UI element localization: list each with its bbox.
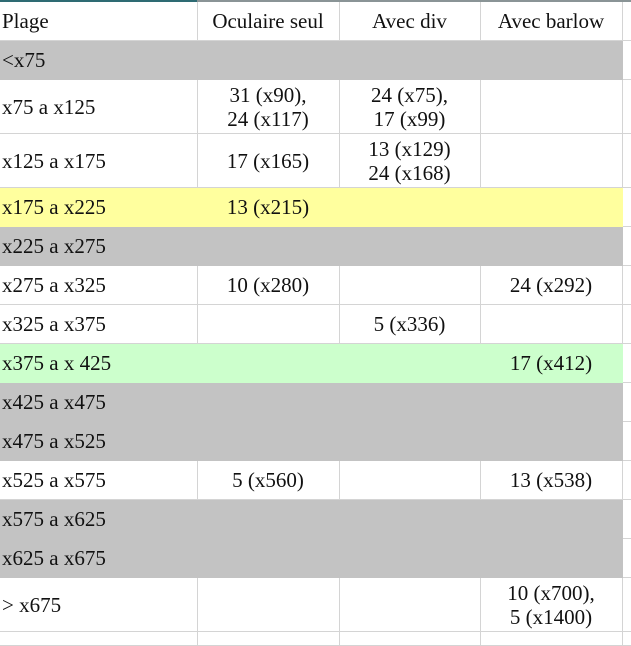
table-row: <x75 [0,40,631,80]
empty-cell[interactable] [622,265,631,305]
avec-barlow-cell[interactable]: 13 (x538) [480,460,623,500]
header-cell-avec-div[interactable]: Avec div [339,2,481,41]
avec-div-cell[interactable] [339,187,481,227]
table-row: x475 a x525 [0,421,631,461]
oculaire-seul-cell[interactable] [197,40,340,80]
avec-div-cell[interactable] [339,382,481,422]
table-row: x125 a x175 17 (x165) 13 (x129) 24 (x168… [0,133,631,188]
range-cell[interactable]: x525 a x575 [0,460,198,500]
oculaire-seul-cell[interactable]: 5 (x560) [197,460,340,500]
avec-div-cell[interactable] [339,499,481,539]
table-row: x425 a x475 [0,382,631,422]
empty-cell[interactable] [622,421,631,461]
header-cell-plage[interactable]: Plage [0,2,198,41]
oculaire-seul-cell[interactable] [197,226,340,266]
range-cell[interactable]: x325 a x375 [0,304,198,344]
range-cell[interactable]: x475 a x525 [0,421,198,461]
avec-barlow-cell[interactable] [480,421,623,461]
header-row: Plage Oculaire seul Avec div Avec barlow [0,2,631,41]
range-cell[interactable]: x575 a x625 [0,499,198,539]
range-cell[interactable]: x225 a x275 [0,226,198,266]
empty-cell[interactable] [622,460,631,500]
avec-barlow-cell[interactable] [480,538,623,578]
avec-div-cell[interactable] [339,265,481,305]
empty-cell[interactable] [622,79,631,134]
empty-cell[interactable] [622,2,631,41]
empty-cell[interactable] [622,538,631,578]
spreadsheet-table: Plage Oculaire seul Avec div Avec barlow… [0,2,631,646]
empty-cell[interactable] [622,631,631,646]
empty-cell[interactable] [622,343,631,383]
table-row: x575 a x625 [0,499,631,539]
avec-div-cell[interactable] [339,538,481,578]
avec-barlow-cell[interactable] [480,304,623,344]
empty-row [0,631,631,646]
avec-barlow-cell[interactable] [480,40,623,80]
avec-barlow-cell[interactable]: 17 (x412) [480,343,623,383]
empty-cell[interactable] [339,631,481,646]
empty-cell[interactable] [0,631,198,646]
avec-div-cell[interactable]: 5 (x336) [339,304,481,344]
table-row: x525 a x575 5 (x560) 13 (x538) [0,460,631,500]
table-row: x325 a x375 5 (x336) [0,304,631,344]
empty-cell[interactable] [622,226,631,266]
oculaire-seul-cell[interactable] [197,382,340,422]
avec-div-cell[interactable] [339,40,481,80]
avec-barlow-cell[interactable] [480,382,623,422]
empty-cell[interactable] [622,187,631,227]
range-cell[interactable]: x375 a x 425 [0,343,198,383]
range-cell[interactable]: x175 a x225 [0,187,198,227]
oculaire-seul-cell[interactable]: 31 (x90), 24 (x117) [197,79,340,134]
empty-cell[interactable] [622,40,631,80]
range-cell[interactable]: x275 a x325 [0,265,198,305]
range-cell[interactable]: <x75 [0,40,198,80]
avec-barlow-cell[interactable]: 10 (x700), 5 (x1400) [480,577,623,632]
oculaire-seul-cell[interactable] [197,577,340,632]
oculaire-seul-cell[interactable] [197,343,340,383]
empty-cell[interactable] [197,631,340,646]
avec-div-cell[interactable] [339,460,481,500]
range-cell[interactable]: x75 a x125 [0,79,198,134]
empty-cell[interactable] [622,499,631,539]
table-row: x625 a x675 [0,538,631,578]
empty-cell[interactable] [622,382,631,422]
range-cell[interactable]: > x675 [0,577,198,632]
oculaire-seul-cell[interactable] [197,499,340,539]
avec-div-cell[interactable]: 13 (x129) 24 (x168) [339,133,481,188]
empty-cell[interactable] [480,631,623,646]
table-row: x175 a x225 13 (x215) [0,187,631,227]
table-row: x225 a x275 [0,226,631,266]
avec-barlow-cell[interactable] [480,79,623,134]
avec-barlow-cell[interactable]: 24 (x292) [480,265,623,305]
avec-barlow-cell[interactable] [480,133,623,188]
header-cell-oculaire-seul[interactable]: Oculaire seul [197,2,340,41]
table-row: > x675 10 (x700), 5 (x1400) [0,577,631,632]
empty-cell[interactable] [622,577,631,632]
oculaire-seul-cell[interactable]: 13 (x215) [197,187,340,227]
range-cell[interactable]: x425 a x475 [0,382,198,422]
avec-barlow-cell[interactable] [480,187,623,227]
avec-div-cell[interactable]: 24 (x75), 17 (x99) [339,79,481,134]
avec-barlow-cell[interactable] [480,499,623,539]
header-cell-avec-barlow[interactable]: Avec barlow [480,2,623,41]
oculaire-seul-cell[interactable] [197,421,340,461]
range-cell[interactable]: x125 a x175 [0,133,198,188]
range-cell[interactable]: x625 a x675 [0,538,198,578]
oculaire-seul-cell[interactable] [197,304,340,344]
oculaire-seul-cell[interactable]: 10 (x280) [197,265,340,305]
empty-cell[interactable] [622,304,631,344]
oculaire-seul-cell[interactable] [197,538,340,578]
avec-div-cell[interactable] [339,226,481,266]
avec-div-cell[interactable] [339,577,481,632]
empty-cell[interactable] [622,133,631,188]
oculaire-seul-cell[interactable]: 17 (x165) [197,133,340,188]
avec-div-cell[interactable] [339,343,481,383]
table-row: x375 a x 425 17 (x412) [0,343,631,383]
table-row: x75 a x125 31 (x90), 24 (x117) 24 (x75),… [0,79,631,134]
avec-barlow-cell[interactable] [480,226,623,266]
table-row: x275 a x325 10 (x280) 24 (x292) [0,265,631,305]
avec-div-cell[interactable] [339,421,481,461]
